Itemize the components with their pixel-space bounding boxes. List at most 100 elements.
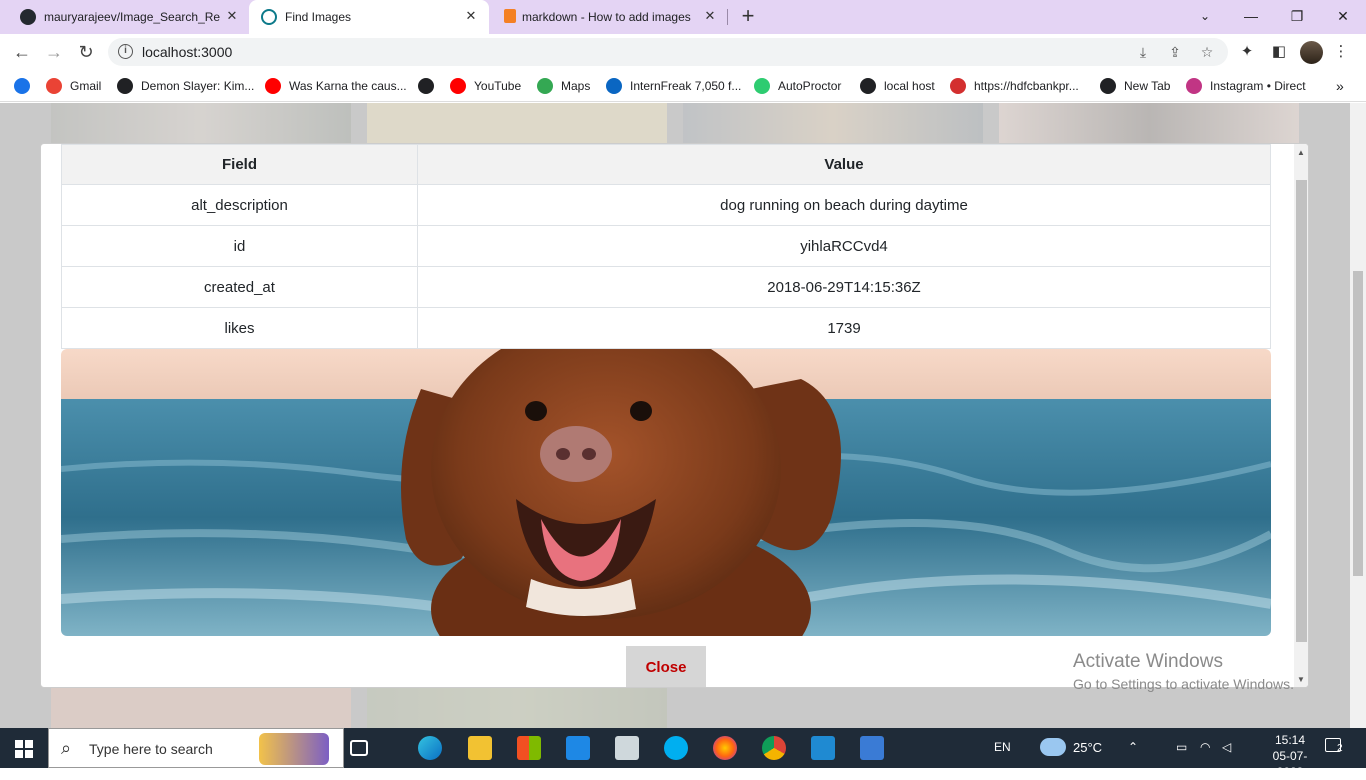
value-cell: 1739 <box>417 307 1271 349</box>
bookmark-label: Gmail <box>70 79 102 93</box>
browser-toolbar: ← → ↻ i localhost:3000 ⤓ ⇪ ☆ ✦ ◧ ⋮ <box>0 34 1366 70</box>
bookmark-item[interactable]: AutoProctor <box>754 77 841 95</box>
taskbar-search-box[interactable]: ⌕ Type here to search <box>48 728 344 768</box>
bookmark-item[interactable]: https://hdfcbankpr... <box>950 77 1079 95</box>
site-info-icon[interactable]: i <box>118 44 133 59</box>
bookmark-app-icon <box>14 78 30 94</box>
notification-icon[interactable]: 2 <box>1325 738 1347 758</box>
value-cell: yihlaRCCvd4 <box>417 225 1271 267</box>
scrollbar-thumb[interactable] <box>1296 180 1307 642</box>
table-row: created_at 2018-06-29T14:15:36Z <box>61 266 1271 308</box>
skype-icon[interactable] <box>664 736 688 760</box>
bookmark-item[interactable]: Demon Slayer: Kim... <box>117 77 254 95</box>
globe-icon <box>1100 78 1116 94</box>
bookmark-item[interactable] <box>418 77 442 95</box>
image-viewer-icon[interactable] <box>860 736 884 760</box>
speaker-icon[interactable]: ◁ <box>1222 740 1231 754</box>
back-button[interactable]: ← <box>11 42 33 64</box>
scroll-down-arrow-icon[interactable]: ▼ <box>1294 673 1308 687</box>
tab-github[interactable]: mauryarajeev/Image_Search_Rea ✕ <box>8 0 248 34</box>
edge-icon[interactable] <box>418 736 442 760</box>
chrome-icon[interactable] <box>762 736 786 760</box>
bookmark-item[interactable]: New Tab <box>1100 77 1170 95</box>
close-window-button[interactable]: ✕ <box>1331 4 1355 28</box>
bookmark-item[interactable]: YouTube <box>450 77 521 95</box>
file-explorer-icon[interactable] <box>468 736 492 760</box>
weather-temp[interactable]: 25°C <box>1073 740 1102 755</box>
modal-scrollbar[interactable]: ▲ ▼ <box>1294 144 1308 687</box>
scrollbar-thumb[interactable] <box>1353 271 1363 576</box>
tray-chevron-icon[interactable]: ⌃ <box>1128 740 1138 754</box>
bookmark-item[interactable]: Was Karna the caus... <box>265 77 407 95</box>
tab-find-images[interactable]: Find Images ✕ <box>249 0 489 34</box>
minimize-button[interactable]: — <box>1239 4 1263 28</box>
tab-search-icon[interactable]: ⌄ <box>1193 4 1217 28</box>
task-view-icon[interactable] <box>350 740 368 756</box>
photos-icon[interactable] <box>615 736 639 760</box>
value-cell: dog running on beach during daytime <box>417 184 1271 226</box>
stackoverflow-icon <box>504 9 516 23</box>
clock-time: 15:14 <box>1274 733 1306 747</box>
close-tab-icon[interactable]: ✕ <box>463 8 479 24</box>
bookmark-label: Maps <box>561 79 591 93</box>
table-row: id yihlaRCCvd4 <box>61 225 1271 267</box>
field-cell: created_at <box>61 266 418 308</box>
maps-icon <box>537 78 553 94</box>
menu-icon[interactable]: ⋮ <box>1331 42 1351 62</box>
bookmark-label: YouTube <box>474 79 522 93</box>
bookmark-item[interactable] <box>14 77 38 95</box>
mail-icon[interactable] <box>566 736 590 760</box>
share-icon[interactable]: ⇪ <box>1166 43 1184 61</box>
close-button[interactable]: Close <box>626 646 706 687</box>
value-header: Value <box>417 144 1271 185</box>
bookmark-label: Demon Slayer: Kim... <box>141 79 255 93</box>
vscode-icon[interactable] <box>811 736 835 760</box>
youtube-icon <box>265 78 281 94</box>
address-bar[interactable]: i localhost:3000 ⤓ ⇪ ☆ <box>108 38 1228 66</box>
tab-bar: mauryarajeev/Image_Search_Rea ✕ Find Ima… <box>0 0 1366 34</box>
bookmark-label: local host <box>884 79 935 93</box>
dog-photo-illustration <box>61 349 1271 636</box>
weather-icon[interactable] <box>1040 738 1066 756</box>
microsoft-store-icon[interactable] <box>517 736 541 760</box>
activate-windows-watermark: Activate Windows Go to Settings to activ… <box>1073 651 1294 692</box>
search-placeholder: Type here to search <box>89 741 213 757</box>
battery-icon[interactable]: ▭ <box>1176 740 1187 754</box>
scroll-up-arrow-icon[interactable]: ▲ <box>1294 146 1308 160</box>
bookmark-star-icon[interactable]: ☆ <box>1198 43 1216 61</box>
close-tab-icon[interactable]: ✕ <box>224 8 240 24</box>
tab-markdown[interactable]: markdown - How to add images ✕ <box>490 0 730 34</box>
tab-title: markdown - How to add images <box>522 10 691 24</box>
close-tab-icon[interactable]: ✕ <box>702 8 718 24</box>
windows-taskbar: ⌕ Type here to search EN 25°C ⌃ ◠ ▭ ◁ 15… <box>0 728 1366 779</box>
bookmark-item[interactable]: local host <box>860 77 935 95</box>
details-table: Field Value alt_description dog running … <box>61 144 1271 349</box>
instagram-icon <box>1186 78 1202 94</box>
page-content: Field Value alt_description dog running … <box>0 103 1350 728</box>
bookmark-label: Instagram • Direct <box>1210 79 1306 93</box>
bookmark-item[interactable]: Maps <box>537 77 590 95</box>
react-icon <box>261 9 277 25</box>
bookmark-item[interactable]: Instagram • Direct <box>1186 77 1306 95</box>
firefox-icon[interactable] <box>713 736 737 760</box>
search-highlight-icon <box>259 733 329 765</box>
network-icon[interactable]: ◠ <box>1200 740 1210 754</box>
bookmark-item[interactable]: Gmail <box>46 77 101 95</box>
install-icon[interactable]: ⤓ <box>1134 43 1152 61</box>
forward-button[interactable]: → <box>43 42 65 64</box>
restore-button[interactable]: ❐ <box>1285 4 1309 28</box>
bookmark-label: InternFreak 7,050 f... <box>630 79 742 93</box>
windows-start-icon[interactable] <box>15 740 33 758</box>
new-tab-button[interactable]: + <box>737 5 759 28</box>
side-panel-icon[interactable]: ◧ <box>1269 42 1289 62</box>
bookmark-item[interactable]: InternFreak 7,050 f... <box>606 77 741 95</box>
table-header-row: Field Value <box>61 144 1271 185</box>
extensions-icon[interactable]: ✦ <box>1237 42 1257 62</box>
page-scrollbar[interactable] <box>1350 103 1366 728</box>
reload-button[interactable]: ↻ <box>75 42 97 64</box>
bookmarks-overflow-icon[interactable]: » <box>1336 77 1344 95</box>
profile-avatar[interactable] <box>1300 41 1323 64</box>
language-indicator[interactable]: EN <box>994 740 1011 754</box>
taskbar-clock[interactable]: 15:14 05-07-2023 <box>1268 732 1312 780</box>
dog-photo <box>61 349 1271 636</box>
